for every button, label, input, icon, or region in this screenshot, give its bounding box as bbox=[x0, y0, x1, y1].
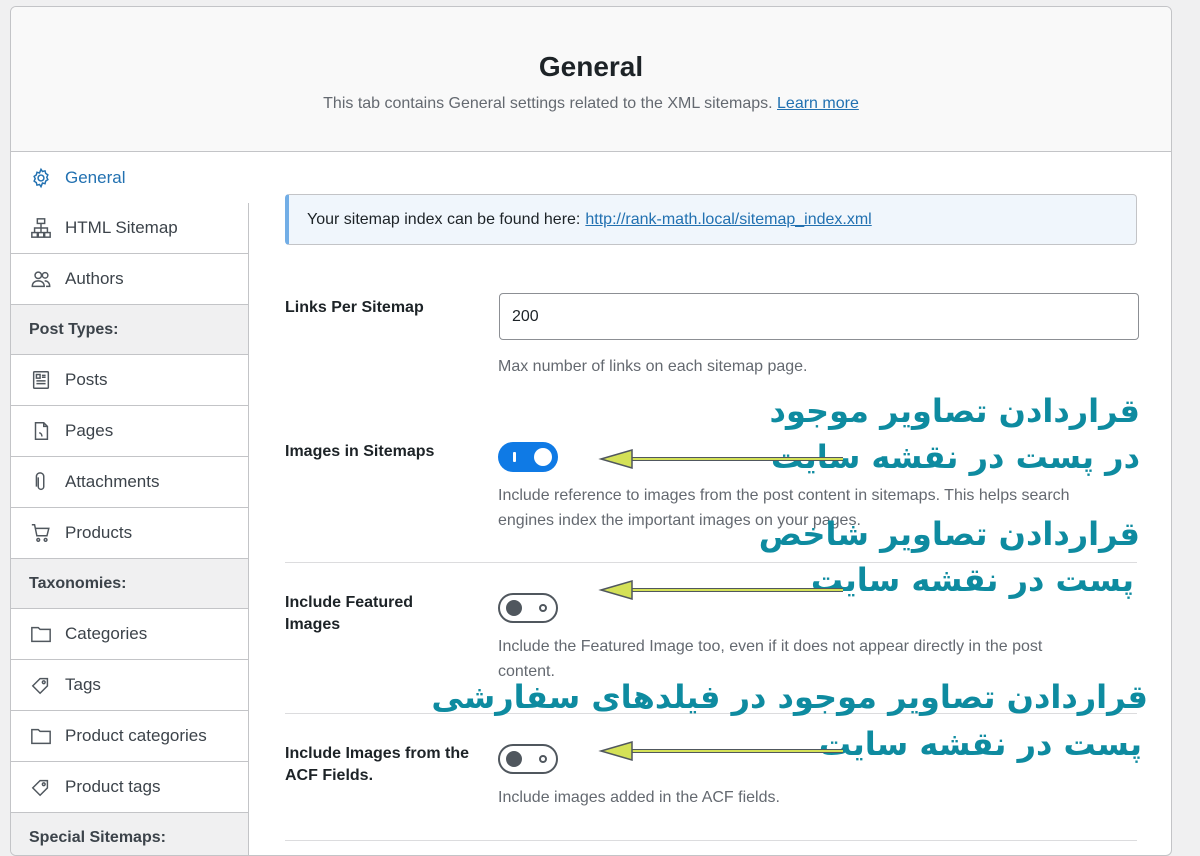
annotation-3-line2: پست در نقشه سایت bbox=[818, 725, 1142, 763]
cart-icon bbox=[29, 521, 53, 545]
annotation-arrow-2 bbox=[598, 580, 843, 600]
images-in-sitemaps-toggle[interactable] bbox=[498, 442, 558, 472]
sidebar: General HTML Sitemap Authors Post Types:… bbox=[11, 152, 249, 855]
annotation-1-line1: قراردادن تصاویر موجود bbox=[769, 392, 1140, 430]
sidebar-item-label: Pages bbox=[65, 421, 114, 440]
tag-icon bbox=[29, 775, 53, 799]
folder-icon bbox=[29, 724, 53, 748]
sidebar-item-pages[interactable]: Pages bbox=[11, 406, 249, 457]
sidebar-item-general[interactable]: General bbox=[11, 152, 249, 203]
sidebar-item-label: Categories bbox=[65, 624, 148, 643]
annotation-2-line2: پست در نقشه سایت bbox=[810, 561, 1134, 599]
sidebar-item-tags[interactable]: Tags bbox=[11, 660, 249, 711]
acf-images-toggle[interactable] bbox=[498, 744, 558, 774]
links-per-sitemap-label: Links Per Sitemap bbox=[285, 299, 424, 316]
annotation-arrow-1 bbox=[598, 449, 843, 469]
page-header: General This tab contains General settin… bbox=[11, 7, 1171, 152]
sidebar-item-product-categories[interactable]: Product categories bbox=[11, 711, 249, 762]
page-title: General bbox=[538, 51, 644, 82]
sidebar-item-products[interactable]: Products bbox=[11, 508, 249, 559]
sidebar-item-label: Products bbox=[65, 523, 133, 542]
annotation-3-line1: قراردادن تصاویر موجود در فیلدهای سفارشی bbox=[431, 678, 1148, 716]
featured-images-toggle[interactable] bbox=[498, 593, 558, 623]
sidebar-item-categories[interactable]: Categories bbox=[11, 609, 249, 660]
sitemap-index-link[interactable]: http://rank-math.local/sitemap_index.xml bbox=[585, 211, 871, 229]
sidebar-item-posts[interactable]: Posts bbox=[11, 355, 249, 406]
sitemap-index-notice: Your sitemap index can be found here: ht… bbox=[285, 194, 1137, 245]
page-description: This tab contains General settings relat… bbox=[323, 95, 859, 112]
images-in-sitemaps-label: Images in Sitemaps bbox=[285, 443, 435, 460]
learn-more-link[interactable]: Learn more bbox=[777, 95, 859, 112]
tag-icon bbox=[29, 673, 53, 697]
sidebar-item-attachments[interactable]: Attachments bbox=[11, 457, 249, 508]
page-icon bbox=[29, 419, 53, 443]
featured-images-label: Include Featured Images bbox=[285, 594, 414, 633]
sitemap-icon bbox=[29, 216, 53, 240]
acf-images-desc: Include images added in the ACF fields. bbox=[498, 789, 780, 806]
sidebar-item-label: Attachments bbox=[65, 472, 160, 491]
sidebar-item-label: Authors bbox=[65, 269, 124, 288]
sidebar-item-label: Product categories bbox=[65, 726, 207, 745]
folder-icon bbox=[29, 622, 53, 646]
users-icon bbox=[29, 267, 53, 291]
acf-images-label: Include Images from the ACF Fields. bbox=[285, 745, 470, 784]
taxonomies-heading: Taxonomies: bbox=[11, 559, 249, 609]
links-per-sitemap-input[interactable] bbox=[499, 293, 1139, 340]
post-icon bbox=[29, 368, 53, 392]
sidebar-item-product-tags[interactable]: Product tags bbox=[11, 762, 249, 813]
links-per-sitemap-desc: Max number of links on each sitemap page… bbox=[498, 358, 808, 375]
sidebar-item-label: Tags bbox=[65, 675, 101, 694]
featured-images-desc: Include the Featured Image too, even if … bbox=[498, 638, 1043, 680]
sidebar-item-label: Posts bbox=[65, 370, 108, 389]
annotation-arrow-3 bbox=[598, 741, 843, 761]
sidebar-item-label: HTML Sitemap bbox=[65, 218, 178, 237]
post-types-heading: Post Types: bbox=[11, 305, 249, 355]
paperclip-icon bbox=[29, 470, 53, 494]
sidebar-item-label: General bbox=[65, 167, 126, 187]
sidebar-item-authors[interactable]: Authors bbox=[11, 254, 249, 305]
sidebar-item-label: Product tags bbox=[65, 777, 161, 796]
sidebar-item-html-sitemap[interactable]: HTML Sitemap bbox=[11, 203, 249, 254]
gear-icon bbox=[29, 166, 53, 190]
divider bbox=[285, 840, 1137, 841]
special-sitemaps-heading: Special Sitemaps: bbox=[11, 813, 249, 855]
annotation-2-line1: قراردادن تصاویر شاخص bbox=[758, 515, 1140, 553]
